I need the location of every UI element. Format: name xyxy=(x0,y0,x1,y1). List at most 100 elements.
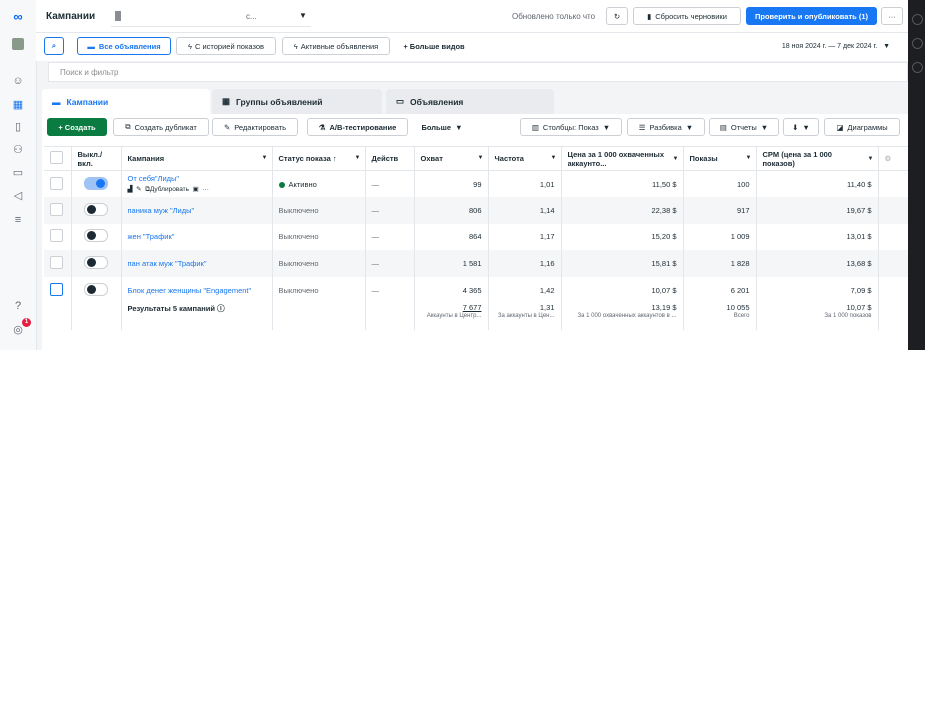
gear-icon[interactable]: ⚙ xyxy=(885,154,892,163)
empty-cell xyxy=(878,303,911,331)
duplicate-action[interactable]: ⧉Дублировать xyxy=(145,186,189,193)
header-status[interactable]: Статус показа ↑ ▼ xyxy=(272,146,366,171)
duplicate-button[interactable]: ⧉ Создать дубликат xyxy=(113,118,209,136)
search-input[interactable]: Поиск и фильтр xyxy=(48,62,908,82)
row-checkbox[interactable] xyxy=(50,176,63,190)
billing-icon[interactable]: ▭ xyxy=(10,164,26,180)
account-avatar-icon[interactable] xyxy=(10,36,26,52)
header-reach[interactable]: Охват ▼ xyxy=(414,146,489,171)
table-row[interactable]: От себя"Лиды" ▟ ✎ ⧉Дублировать ▣ ··· Акт… xyxy=(44,170,911,198)
campaign-name-link[interactable]: паника муж "Лиды" xyxy=(128,206,195,215)
sidebar-dot-icon[interactable] xyxy=(912,14,923,25)
campaigns-panel: + Создать ⧉ Создать дубликат ✎ Редактирова… xyxy=(42,114,911,350)
status-cell: Выключено xyxy=(272,276,366,304)
tab-ad-sets[interactable]: ▦ Группы объявлений xyxy=(212,89,382,114)
table-row[interactable]: жен "Трафик" Выключено — 864 1,17 15,20 … xyxy=(44,223,911,251)
campaign-name-link[interactable]: жен "Трафик" xyxy=(128,232,175,241)
more-views-button[interactable]: + Больше видов xyxy=(396,37,472,55)
table-icon[interactable]: ▦ xyxy=(10,96,26,112)
search-icon: ⌕ xyxy=(51,41,57,50)
sidebar-dot-icon[interactable] xyxy=(912,38,923,49)
impressions-cell: 6 201 xyxy=(683,276,757,304)
chart-icon[interactable]: ▟ xyxy=(128,186,133,193)
campaign-toggle[interactable] xyxy=(84,176,108,190)
column-settings-cell: ⚙ xyxy=(878,146,911,171)
discard-drafts-button[interactable]: ▮ Сбросить черновики xyxy=(633,7,741,25)
search-button[interactable]: ⌕ xyxy=(44,37,64,55)
account-selector[interactable]: с... ▼ xyxy=(111,6,311,27)
select-all-checkbox[interactable] xyxy=(50,151,63,164)
cost-cell: 10,07 $ xyxy=(561,276,684,304)
reach-cell: 4 365 xyxy=(414,276,489,304)
cpm-cell: 19,67 $ xyxy=(756,197,879,224)
book-icon[interactable]: ▯ xyxy=(10,118,26,134)
table-row[interactable]: паника муж "Лиды" Выключено — 806 1,14 2… xyxy=(44,197,911,224)
header-label: Охват xyxy=(420,154,443,163)
all-ads-view[interactable]: ▬ Все объявления xyxy=(77,37,171,55)
megaphone-icon[interactable]: ◁ xyxy=(10,187,26,203)
breakdown-label: Разбивка xyxy=(649,122,682,132)
campaign-toggle[interactable] xyxy=(84,256,108,270)
help-icon[interactable]: ? xyxy=(10,298,26,314)
header-frequency[interactable]: Частота ▼ xyxy=(488,146,562,171)
row-checkbox[interactable] xyxy=(50,229,63,243)
impressions-cell: 917 xyxy=(683,197,757,224)
row-checkbox[interactable] xyxy=(50,282,63,296)
row-toggle-cell xyxy=(71,276,122,304)
info-icon[interactable]: ⓘ xyxy=(217,304,225,313)
breakdown-button[interactable]: ☰ Разбивка ▼ xyxy=(627,118,705,136)
summary-reach[interactable]: 7 677 xyxy=(463,303,482,312)
table-row[interactable]: Блок денег женщины "Engagement" Выключен… xyxy=(44,276,911,304)
row-checkbox[interactable] xyxy=(50,256,63,270)
campaign-toggle[interactable] xyxy=(84,282,108,296)
tab-campaigns[interactable]: ▬ Кампании xyxy=(42,89,210,114)
campaign-toggle[interactable] xyxy=(84,229,108,243)
active-ads-view[interactable]: ϟ Активные объявления xyxy=(282,37,390,55)
header-toggle[interactable]: Выкл./ вкл. xyxy=(71,146,122,171)
summary-cpm: 10,07 $ xyxy=(846,303,872,313)
campaign-name-link[interactable]: Блок денег женщины "Engagement" xyxy=(128,286,252,295)
with-history-view[interactable]: ϟС историей показов xyxy=(176,37,276,55)
header-impressions[interactable]: Показы ▼ xyxy=(683,146,757,171)
sidebar-dot-icon[interactable] xyxy=(912,62,923,73)
summary-reach-cell: 7 677 Аккаунты в Центр... xyxy=(414,303,489,331)
campaign-name-link[interactable]: пан атак муж "Трафик" xyxy=(128,259,207,268)
columns-button[interactable]: ▥ Столбцы: Показ ▼ xyxy=(520,118,622,136)
more-actions-button[interactable]: Больше ▼ xyxy=(412,118,472,136)
smile-icon[interactable]: ☺ xyxy=(10,73,26,89)
review-publish-button[interactable]: Проверить и опубликовать (1) xyxy=(746,7,877,25)
tab-ads[interactable]: ▭ Объявления xyxy=(386,89,554,114)
cost-cell: 15,20 $ xyxy=(561,223,684,251)
chevron-down-icon: ▼ xyxy=(672,156,679,162)
create-button[interactable]: + Создать xyxy=(47,118,107,136)
compare-icon[interactable]: ▣ xyxy=(193,186,199,193)
row-checkbox[interactable] xyxy=(50,202,63,216)
impressions-cell: 1 828 xyxy=(683,250,757,277)
header-campaign[interactable]: Кампания ▼ xyxy=(121,146,273,171)
header-actions[interactable]: Действ xyxy=(365,146,415,171)
toggle-knob xyxy=(87,231,96,241)
campaign-name-link[interactable]: От себя"Лиды" xyxy=(128,174,180,183)
reports-button[interactable]: ▤ Отчеты ▼ xyxy=(709,118,779,136)
chevron-down-icon: ▼ xyxy=(883,42,891,50)
download-icon: ⬇ xyxy=(792,122,799,132)
edit-button[interactable]: ✎ Редактировать xyxy=(212,118,298,136)
ab-test-button[interactable]: ⚗ A/B-тестирование xyxy=(307,118,408,136)
refresh-button[interactable]: ↻ xyxy=(606,7,628,25)
menu-icon[interactable]: ≡ xyxy=(10,212,26,228)
date-range-picker[interactable]: 18 ноя 2024 г. — 7 дек 2024 г. ▼ xyxy=(772,37,900,55)
export-button[interactable]: ⬇ ▼ xyxy=(783,118,819,136)
audience-icon[interactable]: ⚇ xyxy=(10,141,26,157)
header-cost-per-1000-reached[interactable]: Цена за 1 000 охваченных аккаунто... ▼ xyxy=(561,146,684,171)
table-row[interactable]: пан атак муж "Трафик" Выключено — 1 581 … xyxy=(44,250,911,277)
meta-logo-icon[interactable]: ∞ xyxy=(10,8,26,24)
pencil-icon[interactable]: ✎ xyxy=(136,186,141,193)
table-header-row: Выкл./ вкл. Кампания ▼ Статус показа ↑ ▼ Д… xyxy=(44,146,911,171)
header-cpm[interactable]: CPM (цена за 1 000 показов) ▼ xyxy=(756,146,879,171)
charts-button[interactable]: ◪ Диаграммы xyxy=(824,118,900,136)
lightning-icon: ϟ xyxy=(293,41,298,51)
all-ads-label: Все объявления xyxy=(98,41,161,51)
campaign-toggle[interactable] xyxy=(84,202,108,216)
more-options-button[interactable]: ··· xyxy=(881,7,903,25)
row-more-button[interactable]: ··· xyxy=(202,186,209,193)
